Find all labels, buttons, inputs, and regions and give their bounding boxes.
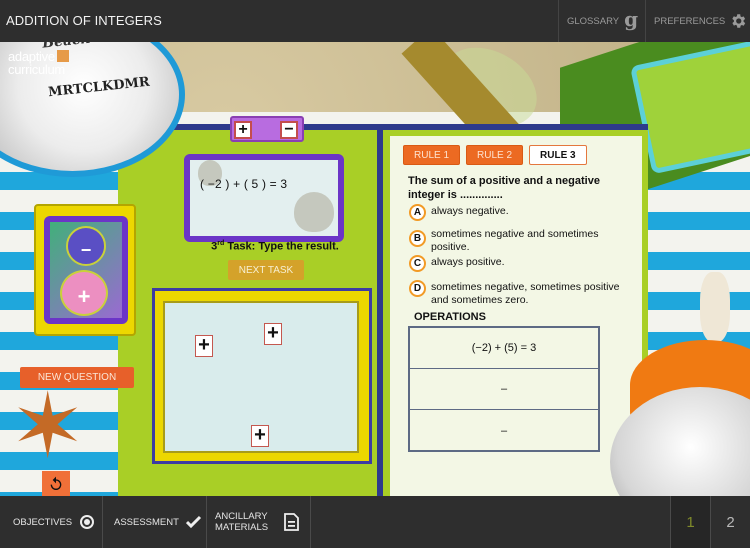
bottom-bar: OBJECTIVES ASSESSMENT ANCILLARY MATERIALS… — [0, 496, 750, 548]
page-title: ADDITION OF INTEGERS — [6, 13, 162, 28]
tile-work-area[interactable]: + + + — [152, 288, 372, 464]
document-icon — [284, 513, 300, 531]
preferences-label: PREFERENCES — [654, 15, 726, 27]
operations-table: (−2) + (5) = 3 – – — [408, 326, 600, 452]
plus-symbol: + — [77, 284, 91, 309]
option-c-badge: C — [409, 255, 426, 272]
reset-button[interactable] — [42, 471, 70, 496]
glossary-label: GLOSSARY — [567, 15, 620, 27]
checkmark-icon — [185, 515, 201, 529]
app-root: ADDITION OF INTEGERS GLOSSARY g PREFEREN… — [0, 0, 750, 548]
plus-character-icon: + — [60, 270, 108, 316]
plus-tile[interactable]: + — [264, 323, 282, 345]
glossary-icon: g — [624, 7, 639, 31]
next-task-button[interactable]: NEXT TASK — [228, 260, 304, 280]
objectives-label: OBJECTIVES — [13, 516, 73, 528]
operations-row: – — [500, 424, 508, 437]
target-icon — [80, 515, 95, 529]
adaptive-curriculum-logo: adaptive curriculum — [8, 50, 69, 76]
option-c[interactable]: C always positive. — [409, 255, 639, 272]
plus-tile[interactable]: + — [251, 425, 269, 447]
plus-toggle-button[interactable]: + — [234, 121, 252, 139]
activity-scene: Beach Classic MRTCLKDMR adaptive curricu… — [0, 42, 750, 496]
rule-tabs: RULE 1 RULE 2 RULE 3 — [403, 145, 587, 165]
seashell-decoration — [700, 272, 730, 342]
board-edge — [118, 124, 648, 130]
operations-row: – — [410, 369, 598, 410]
card-frame: − + — [44, 216, 128, 324]
operations-row: (−2) + (5) = 3 — [410, 328, 598, 369]
option-b[interactable]: B sometimes negative and sometimes posit… — [409, 228, 619, 254]
option-a-badge: A — [409, 204, 426, 221]
preferences-button[interactable]: PREFERENCES — [645, 0, 750, 42]
ancillary-label: ANCILLARY MATERIALS — [215, 511, 268, 533]
tab-rule-2[interactable]: RULE 2 — [466, 145, 524, 165]
ancillary-line2: MATERIALS — [215, 522, 269, 533]
equation-display: ( −2 ) + ( 5 ) = 3 — [184, 154, 344, 242]
option-a-text: always negative. — [431, 205, 509, 217]
minus-character-icon: − — [66, 226, 106, 266]
option-b-badge: B — [409, 230, 426, 247]
page-1-button[interactable]: 1 — [670, 496, 710, 548]
minus-toggle-button[interactable]: − — [280, 121, 298, 139]
ball-code-text: MRTCLKDMR — [47, 74, 151, 101]
operations-title: OPERATIONS — [414, 311, 486, 323]
character-card: − + — [34, 204, 136, 336]
assessment-label: ASSESSMENT — [114, 516, 179, 528]
top-bar: ADDITION OF INTEGERS GLOSSARY g PREFEREN… — [0, 0, 750, 42]
assessment-button[interactable]: ASSESSMENT — [103, 496, 207, 548]
ancillary-materials-button[interactable]: ANCILLARY MATERIALS — [207, 496, 311, 548]
card-picture: − + — [50, 222, 122, 318]
option-d[interactable]: D sometimes negative, sometimes positive… — [409, 280, 639, 307]
board-divider — [377, 128, 383, 496]
gear-icon — [732, 14, 746, 28]
rule-question: The sum of a positive and a negative int… — [408, 175, 600, 201]
option-d-badge: D — [409, 280, 426, 297]
option-b-text: sometimes negative and sometimes positiv… — [431, 228, 599, 253]
equation-text: ( −2 ) + ( 5 ) = 3 — [200, 177, 288, 191]
plus-tile[interactable]: + — [195, 335, 213, 357]
logo-line2: curriculum — [8, 62, 65, 77]
reset-icon — [50, 476, 62, 490]
tab-rule-1[interactable]: RULE 1 — [403, 145, 461, 165]
ancillary-line1: ANCILLARY — [215, 511, 268, 522]
sign-toggle: + − — [230, 116, 304, 142]
glossary-button[interactable]: GLOSSARY g — [558, 0, 645, 42]
option-a[interactable]: A always negative. — [409, 204, 639, 221]
tab-rule-3[interactable]: RULE 3 — [529, 145, 587, 165]
task-text: Task: Type the result. — [224, 240, 339, 253]
task-instruction: 3rd Task: Type the result. — [200, 240, 350, 253]
character-watermark — [294, 192, 334, 232]
page-2-button[interactable]: 2 — [710, 496, 750, 548]
answer-options: A always negative. B sometimes negative … — [409, 204, 639, 307]
option-d-text: sometimes negative, sometimes positive a… — [431, 281, 620, 306]
tile-drop-zone[interactable]: + + + — [163, 301, 359, 453]
logo-square-icon — [56, 50, 69, 62]
option-c-text: always positive. — [431, 256, 505, 268]
objectives-button[interactable]: OBJECTIVES — [0, 496, 103, 548]
minus-symbol: − — [80, 240, 92, 260]
starfish-decoration: ✶ — [10, 377, 86, 477]
